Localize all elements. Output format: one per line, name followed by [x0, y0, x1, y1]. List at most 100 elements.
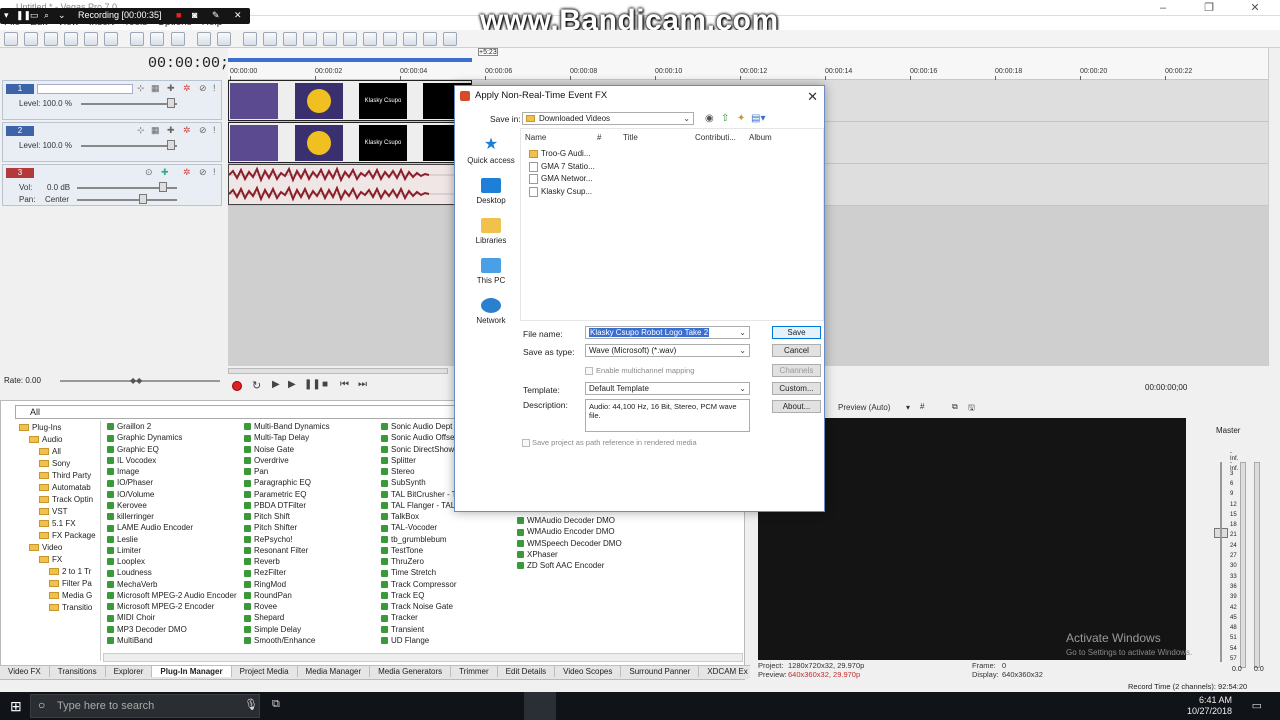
plugin-list-item[interactable]: Time Stretch [381, 567, 457, 578]
plugin-list-item[interactable]: TAL BitCrusher - T [381, 489, 457, 500]
up-folder-icon[interactable]: ⇧ [721, 113, 729, 124]
video-track-2-header[interactable]: 2 ⊹ ▦ ✚ ✲ ⊘ ! Level: 100.0 % [2, 122, 222, 162]
tab-video-scopes[interactable]: Video Scopes [555, 666, 622, 677]
column-header-album[interactable]: Album [749, 133, 772, 142]
auto-crossfade-icon[interactable] [262, 32, 277, 46]
plugin-list-item[interactable]: Resonant Filter [244, 545, 330, 556]
invert-phase-icon[interactable]: ⊙ [145, 167, 153, 178]
level-slider-knob[interactable] [167, 140, 175, 150]
tab-media-generators[interactable]: Media Generators [370, 666, 452, 677]
plugin-list-item[interactable]: MechaVerb [107, 579, 237, 590]
plugin-list-item[interactable]: Simple Delay [244, 624, 330, 635]
plugin-list-item[interactable]: UD Flange [381, 635, 457, 646]
plugin-list-item[interactable]: TalkBox [381, 511, 457, 522]
new-folder-icon[interactable]: ✦ [737, 113, 745, 124]
plugin-list-scrollbar[interactable] [103, 653, 743, 662]
plugin-list-item[interactable]: Pan [244, 466, 330, 477]
column-header-name[interactable]: Name [525, 133, 546, 142]
save-icon[interactable] [44, 32, 59, 46]
plugin-list-item[interactable]: IL Vocodex [107, 455, 237, 466]
plugin-list-item[interactable]: PBDA DTFilter [244, 500, 330, 511]
copy-icon[interactable] [150, 32, 165, 46]
plugin-list-item[interactable]: Sonic Audio Dept [381, 421, 457, 432]
properties-icon[interactable] [104, 32, 119, 46]
mute-icon[interactable]: ⊘ [199, 167, 207, 178]
recorder-search-icon[interactable]: ⌕ [44, 10, 49, 21]
save-in-dropdown[interactable]: Downloaded Videos ⌄ [522, 112, 694, 125]
pan-slider-knob[interactable] [139, 194, 147, 204]
file-list-item[interactable]: Troo-G Audi... [529, 149, 591, 158]
plugin-list-item[interactable]: Parametric EQ [244, 489, 330, 500]
help-icon[interactable] [423, 32, 438, 46]
recorder-camera-icon[interactable]: ◙ [192, 10, 197, 20]
plugin-list-item[interactable]: killerringer [107, 511, 237, 522]
taskbar-app-vegas[interactable] [524, 692, 556, 720]
plugin-list-item[interactable]: Shepard [244, 612, 330, 623]
plugin-list-item[interactable]: Multi-Band Dynamics [244, 421, 330, 432]
loop-marker[interactable]: +5:23 [478, 48, 498, 56]
taskbar-clock[interactable]: 6:41 AM 10/27/2018 [1187, 695, 1232, 717]
audio-event[interactable] [228, 164, 472, 205]
place-network[interactable]: Network [461, 298, 521, 325]
loop-playback-icon[interactable]: ↻ [252, 379, 261, 392]
plugin-list-item[interactable]: Kerovee [107, 500, 237, 511]
undo-icon[interactable] [196, 32, 211, 46]
multichannel-checkbox[interactable] [585, 367, 593, 375]
plugin-tree-node[interactable]: Third Party [39, 471, 91, 480]
plugin-tree-node[interactable]: Track Optin [39, 495, 93, 504]
plugin-tree-node[interactable]: Transitio [49, 603, 92, 612]
recorder-stop-icon[interactable]: ■ [176, 10, 181, 20]
plugin-list-item[interactable]: Overdrive [244, 455, 330, 466]
plugin-list-item[interactable]: IO/Volume [107, 489, 237, 500]
microphone-icon[interactable]: 🎙 [244, 698, 258, 711]
play-icon[interactable]: ▶ [288, 379, 296, 390]
plugin-tree-node[interactable]: Video [29, 543, 62, 552]
save-as-icon[interactable] [64, 32, 79, 46]
plugin-list-item[interactable]: Splitter [381, 455, 457, 466]
go-to-start-icon[interactable]: ⏮ [340, 379, 349, 390]
level-slider[interactable] [81, 145, 177, 147]
plugin-list-item[interactable]: Noise Gate [244, 444, 330, 455]
template-dropdown[interactable]: Default Template ⌄ [585, 382, 750, 395]
track-motion-icon[interactable]: ⊹ [137, 83, 145, 94]
plugin-list-item[interactable]: RezFilter [244, 567, 330, 578]
plugin-tree-node[interactable]: Sony [39, 459, 70, 468]
pan-slider[interactable] [77, 199, 177, 201]
master-fader[interactable] [1220, 462, 1222, 662]
solo-icon[interactable]: ! [213, 125, 216, 135]
place-quick-access[interactable]: ★ Quick access [461, 137, 521, 166]
plugin-list-item[interactable]: Stereo [381, 466, 457, 477]
taskbar-search-input[interactable]: Type here to search [30, 694, 260, 718]
file-list-item[interactable]: Klasky Csup... [529, 186, 592, 197]
plugin-list-item[interactable]: Multi-Tap Delay [244, 432, 330, 443]
recorder-window-icon[interactable]: ▭ [30, 10, 39, 21]
timeline-ruler[interactable]: +5:23 00:00:00 00:00:02 00:00:04 00:00:06 00… [228, 48, 1268, 80]
plugin-list-item[interactable]: Graphic Dynamics [107, 432, 237, 443]
plugin-list-item[interactable]: TAL Flanger - TAL [381, 500, 457, 511]
snap-icon[interactable] [242, 32, 257, 46]
recorder-pause-icon[interactable]: ❚❚ [16, 10, 31, 21]
mute-icon[interactable]: ⊘ [199, 125, 207, 136]
tab-media-manager[interactable]: Media Manager [298, 666, 371, 677]
selection-tool-icon[interactable] [383, 32, 398, 46]
zoom-tool-icon[interactable] [403, 32, 418, 46]
track-fx-icon[interactable]: ▦ [151, 125, 160, 136]
plugin-list-item[interactable]: Graillon 2 [107, 421, 237, 432]
plugin-list-item[interactable]: Sonic Audio Offse [381, 432, 457, 443]
plugin-list-item[interactable]: SubSynth [381, 477, 457, 488]
task-view-icon[interactable]: ⧉ [272, 698, 280, 711]
stop-icon[interactable]: ■ [322, 379, 328, 390]
plugin-list-item[interactable]: Reverb [244, 556, 330, 567]
back-icon[interactable]: ◉ [705, 113, 714, 124]
track-settings-icon[interactable]: ✲ [183, 167, 191, 178]
open-icon[interactable] [24, 32, 39, 46]
pause-icon[interactable]: ❚❚ [304, 379, 321, 390]
plugin-list-item[interactable]: Loudness [107, 567, 237, 578]
video-event[interactable]: Klasky Csupo [228, 122, 472, 163]
plugin-list-item[interactable]: Pitch Shift [244, 511, 330, 522]
render-icon[interactable] [84, 32, 99, 46]
column-header-number[interactable]: # [597, 133, 601, 142]
save-project-path-checkbox[interactable] [522, 439, 530, 447]
plugin-list-item[interactable]: Paragraphic EQ [244, 477, 330, 488]
ripple-icon[interactable] [282, 32, 297, 46]
